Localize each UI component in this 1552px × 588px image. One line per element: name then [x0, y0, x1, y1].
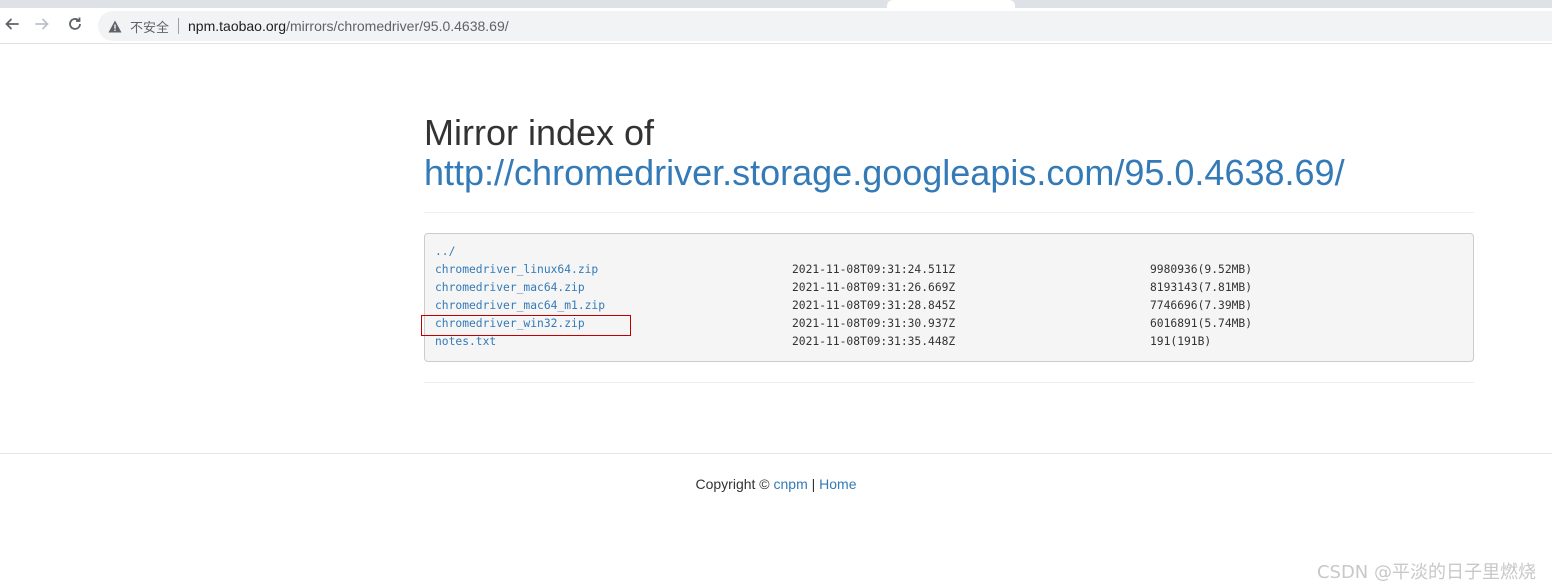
not-secure-label[interactable]: 不安全 — [130, 17, 169, 36]
file-link[interactable]: chromedriver_mac64_m1.zip — [435, 297, 605, 315]
copyright-text: Copyright © — [695, 476, 774, 492]
reload-icon — [67, 16, 83, 37]
file-listing: ../ chromedriver_linux64.zip 2021-11-08T… — [424, 233, 1474, 362]
file-link[interactable]: chromedriver_mac64.zip — [435, 279, 585, 297]
file-date: 2021-11-08T09:31:35.448Z — [792, 335, 956, 348]
tab-strip — [0, 0, 1552, 8]
url-host[interactable]: npm.taobao.org — [188, 18, 286, 34]
divider-bottom — [424, 382, 1474, 383]
omnibox-divider — [178, 18, 180, 34]
arrow-left-icon — [4, 16, 20, 37]
file-date: 2021-11-08T09:31:24.511Z — [792, 263, 956, 276]
file-date: 2021-11-08T09:31:28.845Z — [792, 299, 956, 312]
file-link[interactable]: notes.txt — [435, 333, 496, 351]
address-bar[interactable]: 不安全 npm.taobao.org/mirrors/chromedriver/… — [98, 11, 1552, 41]
file-link[interactable]: chromedriver_linux64.zip — [435, 261, 598, 279]
reload-button[interactable] — [63, 14, 87, 38]
cnpm-link[interactable]: cnpm — [774, 476, 808, 492]
file-link[interactable]: chromedriver_win32.zip — [435, 315, 585, 333]
file-size: 9980936(9.52MB) — [1150, 263, 1253, 276]
list-item: chromedriver_mac64.zip 2021-11-08T09:31:… — [435, 279, 1463, 297]
file-size: 6016891(5.74MB) — [1150, 317, 1253, 330]
home-link[interactable]: Home — [819, 476, 856, 492]
footer: Copyright © cnpm | Home — [0, 476, 1552, 492]
page-title: Mirror index of http://chromedriver.stor… — [424, 113, 1345, 193]
back-button[interactable] — [0, 14, 24, 38]
browser-toolbar: 不安全 npm.taobao.org/mirrors/chromedriver/… — [0, 8, 1552, 44]
watermark: CSDN @平淡的日子里燃烧 — [1316, 562, 1536, 583]
list-item: chromedriver_linux64.zip 2021-11-08T09:3… — [435, 261, 1463, 279]
list-item: chromedriver_mac64_m1.zip 2021-11-08T09:… — [435, 297, 1463, 315]
list-item: chromedriver_win32.zip 2021-11-08T09:31:… — [435, 315, 1463, 333]
source-url-link[interactable]: http://chromedriver.storage.googleapis.c… — [424, 152, 1345, 193]
list-item: ../ — [435, 243, 1463, 261]
file-size: 7746696(7.39MB) — [1150, 299, 1253, 312]
file-size: 191(191B) — [1150, 335, 1212, 348]
footer-separator: | — [807, 476, 820, 492]
active-tab[interactable] — [887, 0, 1015, 8]
url-path[interactable]: /mirrors/chromedriver/95.0.4638.69/ — [286, 18, 509, 34]
file-size: 8193143(7.81MB) — [1150, 281, 1253, 294]
warning-triangle-icon[interactable] — [108, 19, 122, 33]
arrow-right-icon — [34, 16, 50, 37]
list-item: notes.txt 2021-11-08T09:31:35.448Z 191(1… — [435, 333, 1463, 351]
file-date: 2021-11-08T09:31:30.937Z — [792, 317, 956, 330]
footer-divider — [0, 453, 1552, 454]
forward-button[interactable] — [30, 14, 54, 38]
divider-top — [424, 212, 1474, 213]
file-date: 2021-11-08T09:31:26.669Z — [792, 281, 956, 294]
parent-directory-link[interactable]: ../ — [435, 243, 455, 261]
page-title-prefix: Mirror index of — [424, 112, 655, 153]
